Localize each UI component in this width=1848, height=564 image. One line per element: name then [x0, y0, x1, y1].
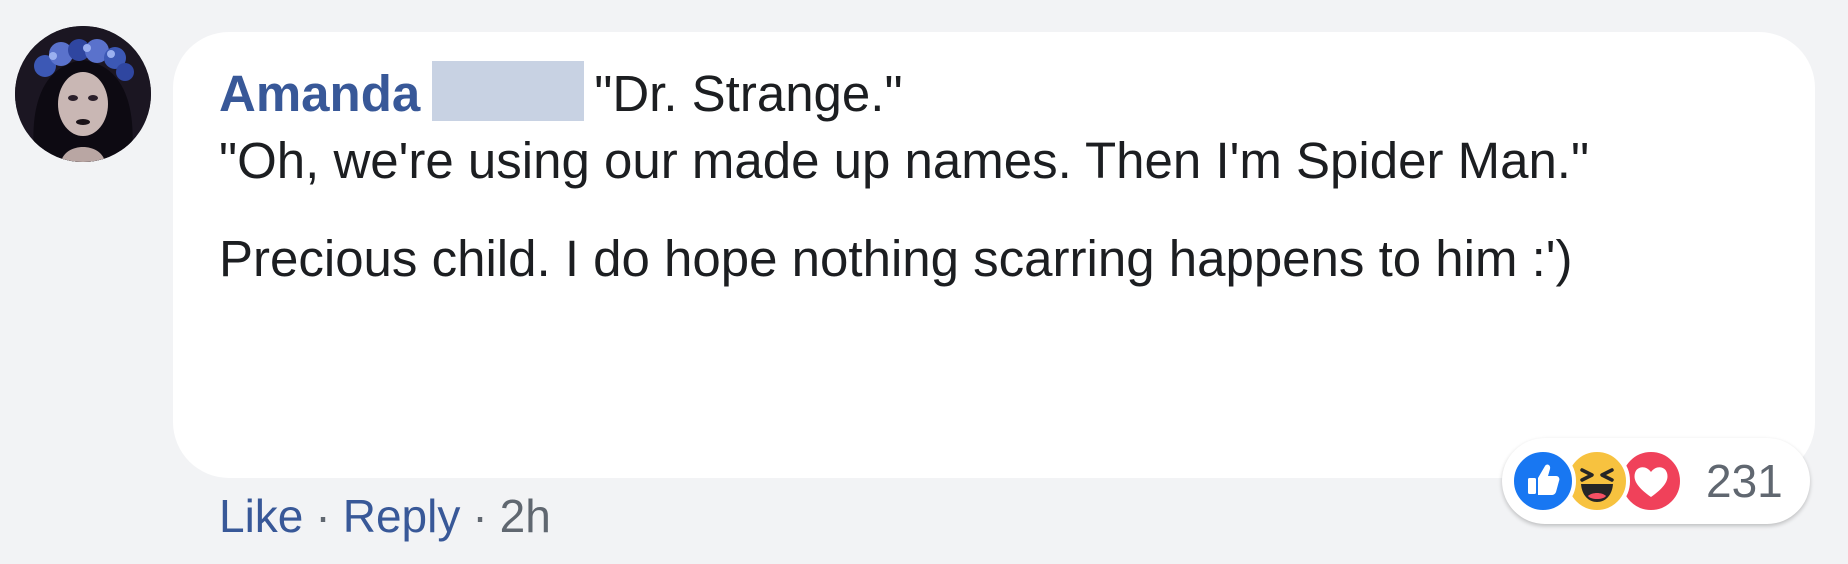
comment-bubble: Amanda "Dr. Strange." "Oh, we're using our… [173, 32, 1815, 478]
comment-actions: Like · Reply · 2h [219, 486, 551, 546]
separator-dot: · [315, 490, 331, 542]
avatar-image [15, 26, 151, 162]
comment-paragraph-1: Amanda "Dr. Strange." "Oh, we're using our… [219, 60, 1769, 194]
author-name[interactable]: Amanda [219, 65, 420, 122]
like-link[interactable]: Like [219, 490, 303, 542]
reply-link[interactable]: Reply [343, 490, 461, 542]
like-icon [1510, 448, 1576, 514]
separator-dot: · [472, 490, 488, 542]
comment-body: Amanda "Dr. Strange." "Oh, we're using our… [219, 60, 1769, 292]
reactions-summary[interactable]: 231 [1502, 438, 1810, 524]
redacted-surname [432, 61, 585, 121]
quote-line-2: "Oh, we're using our made up names. Then… [219, 132, 1590, 189]
reaction-count: 231 [1706, 455, 1783, 507]
comment-paragraph-2: Precious child. I do hope nothing scarri… [219, 230, 1573, 287]
quote-line-1: "Dr. Strange." [594, 65, 903, 122]
avatar[interactable] [15, 26, 151, 162]
timestamp[interactable]: 2h [500, 490, 551, 542]
